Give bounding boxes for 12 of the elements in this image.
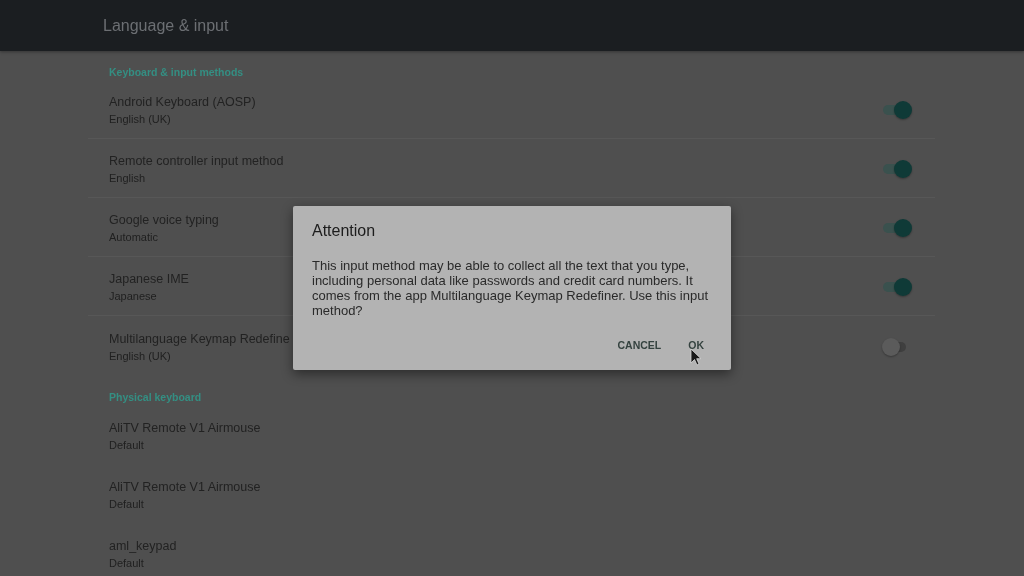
toggle-switch[interactable] [882,160,912,178]
toggle-switch[interactable] [882,219,912,237]
dialog-button[interactable]: OK [680,331,712,359]
mouse-pointer-icon [690,348,702,366]
dialog-message: This input method may be able to collect all the text that you type, including personal data like passwords and credit card numbers. It comes from the app Multilanguage Keymap Redefiner. Use this input method? [312,258,709,318]
section-header: Physical keyboard [109,390,202,405]
dialog-title: Attention [312,221,376,241]
toggle-switch[interactable] [882,101,912,119]
dialog-button[interactable]: CANCEL [609,331,670,359]
screen-title: Language & input [103,16,229,35]
section-header: Keyboard & input methods [109,65,244,80]
toggle-switch[interactable] [882,278,912,296]
